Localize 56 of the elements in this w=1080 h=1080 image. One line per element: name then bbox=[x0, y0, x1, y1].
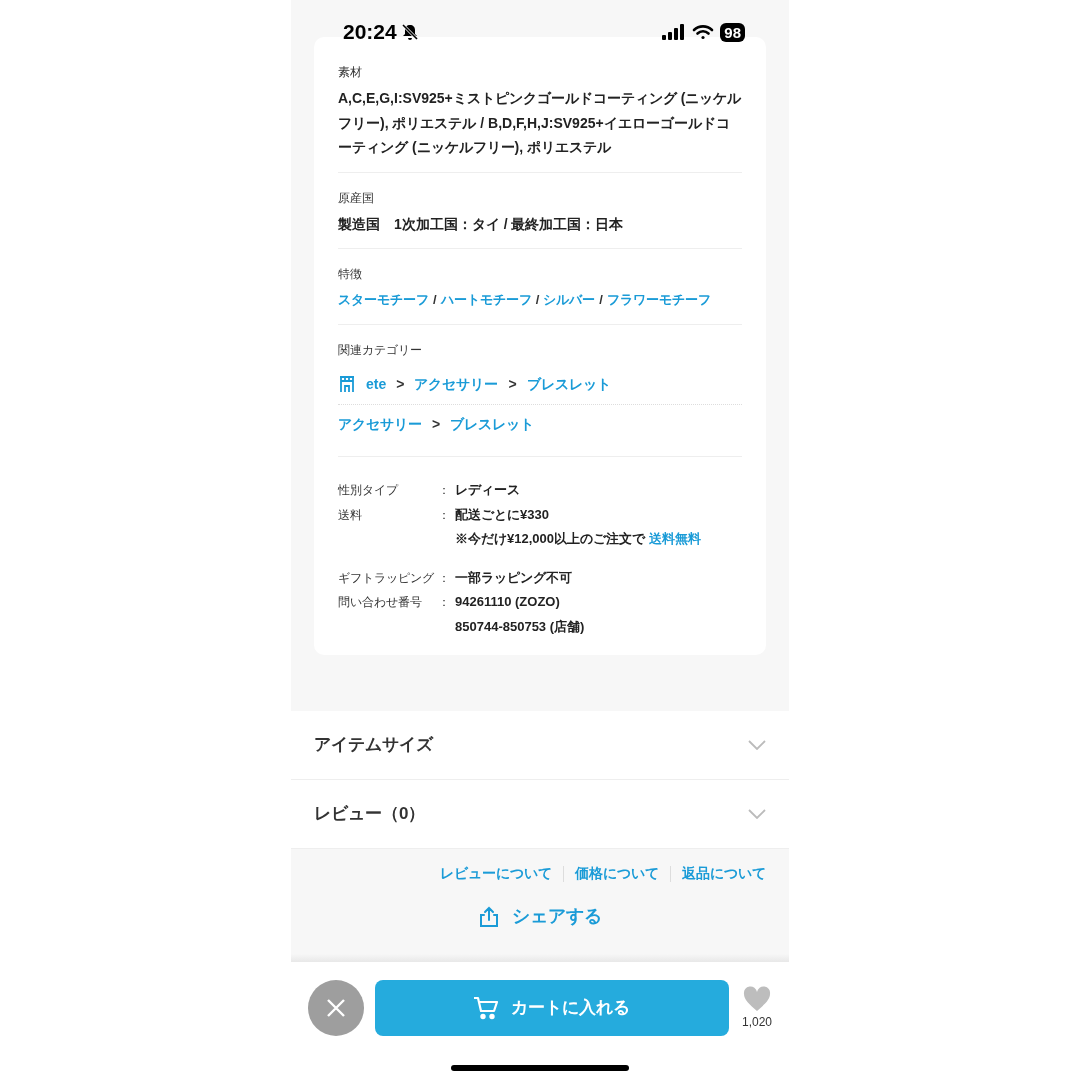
cart-icon bbox=[473, 996, 500, 1020]
info-link[interactable]: 返品について bbox=[682, 863, 766, 884]
accordion-header[interactable]: アイテムサイズ bbox=[291, 711, 789, 780]
separator: / bbox=[599, 291, 603, 309]
share-icon bbox=[478, 905, 500, 928]
detail-label: 送料 bbox=[338, 506, 363, 524]
detail-label: 問い合わせ番号 bbox=[338, 594, 423, 611]
close-button[interactable] bbox=[308, 980, 364, 1036]
chevron-icon bbox=[748, 740, 766, 750]
separator: / bbox=[433, 291, 437, 309]
accordion-header[interactable]: レビュー（0） bbox=[291, 780, 789, 849]
section-label: 素材 bbox=[338, 64, 363, 80]
info-link[interactable]: レビューについて bbox=[440, 863, 552, 884]
category-link[interactable]: ブレスレット bbox=[450, 414, 535, 435]
free-shipping-link[interactable]: 送料無料 bbox=[649, 527, 701, 552]
detail-value: ※今だけ¥12,000以上のご注文で bbox=[455, 530, 645, 548]
category-link[interactable]: シルバー bbox=[543, 288, 596, 312]
battery-level: 98 bbox=[720, 22, 745, 42]
signal-icon bbox=[662, 24, 687, 40]
category-link[interactable]: ete bbox=[366, 373, 387, 395]
section-value: 製造国 1次加工国：タイ / 最終加工国：日本 bbox=[338, 214, 625, 234]
chevron-icon bbox=[748, 809, 766, 819]
share-button[interactable]: シェアする bbox=[478, 903, 602, 930]
detail-value: レディース bbox=[455, 481, 520, 499]
colon: ： bbox=[438, 482, 451, 499]
category-link[interactable]: スターモチーフ bbox=[338, 288, 429, 312]
section-label: 原産国 bbox=[338, 189, 375, 206]
wifi-icon bbox=[692, 24, 715, 40]
detail-value: 配送ごとに¥330 bbox=[455, 505, 549, 524]
section-value: A,C,E,G,I:SV925+ミストピンクゴールドコーティング (ニッケルフリー), ポリエステル / B,D,F,H,J:SV925+イエローゴールドコーティング (ニッケルフリー), ポリエステル bbox=[338, 89, 742, 157]
category-link[interactable]: アクセサリー bbox=[414, 373, 499, 395]
detail-value: 一部ラッピング不可 bbox=[455, 568, 572, 587]
status-time: 20:24 bbox=[343, 19, 397, 45]
info-link[interactable]: 価格について bbox=[575, 863, 659, 884]
section-label: 特徴 bbox=[338, 266, 363, 282]
detail-value: 94261110 (ZOZO) bbox=[455, 593, 560, 611]
detail-label: ギフトラッピング bbox=[338, 569, 435, 587]
category-link[interactable]: フラワーモチーフ bbox=[606, 288, 711, 312]
add-to-cart-button[interactable]: カートに入れる bbox=[375, 980, 729, 1036]
section-label: 関連カテゴリー bbox=[338, 342, 423, 358]
category-link[interactable]: アクセサリー bbox=[338, 414, 422, 435]
shop-icon bbox=[338, 375, 356, 393]
separator: > bbox=[432, 415, 441, 434]
colon: ： bbox=[438, 569, 451, 587]
separator: > bbox=[396, 374, 405, 394]
detail-label: 性別タイプ bbox=[338, 482, 400, 499]
category-link[interactable]: ブレスレット bbox=[526, 373, 611, 395]
colon: ： bbox=[438, 594, 451, 611]
heart-icon[interactable] bbox=[743, 985, 771, 1012]
separator: / bbox=[535, 291, 540, 309]
favorite-count: 1,020 bbox=[741, 1013, 772, 1031]
separator: > bbox=[508, 374, 517, 394]
colon: ： bbox=[438, 506, 451, 524]
detail-value: 850744-850753 (店舗) bbox=[455, 617, 585, 636]
category-link[interactable]: ハートモチーフ bbox=[440, 288, 532, 312]
close-icon bbox=[326, 998, 346, 1018]
